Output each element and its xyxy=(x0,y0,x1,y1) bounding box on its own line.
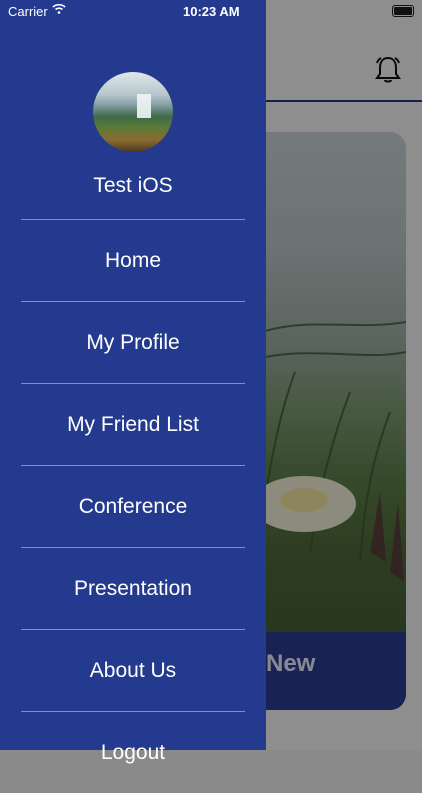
avatar-image-detail xyxy=(137,94,151,118)
menu-item-home[interactable]: Home xyxy=(0,220,266,301)
carrier-label: Carrier xyxy=(8,4,48,19)
battery-icon xyxy=(392,5,414,17)
navigation-drawer: Test iOS Home My Profile My Friend List … xyxy=(0,0,266,764)
menu-item-my-profile[interactable]: My Profile xyxy=(0,302,266,383)
status-bar: Carrier 10:23 AM xyxy=(0,0,422,22)
status-time: 10:23 AM xyxy=(183,4,240,19)
menu-item-presentation[interactable]: Presentation xyxy=(0,548,266,629)
menu-item-conference[interactable]: Conference xyxy=(0,466,266,547)
menu-item-logout[interactable]: Logout xyxy=(0,712,266,793)
username: Test iOS xyxy=(93,174,173,197)
avatar[interactable] xyxy=(93,72,173,152)
drawer-menu: Home My Profile My Friend List Conferenc… xyxy=(0,219,266,793)
menu-item-about-us[interactable]: About Us xyxy=(0,630,266,711)
menu-item-my-friend-list[interactable]: My Friend List xyxy=(0,384,266,465)
wifi-icon xyxy=(52,3,66,14)
